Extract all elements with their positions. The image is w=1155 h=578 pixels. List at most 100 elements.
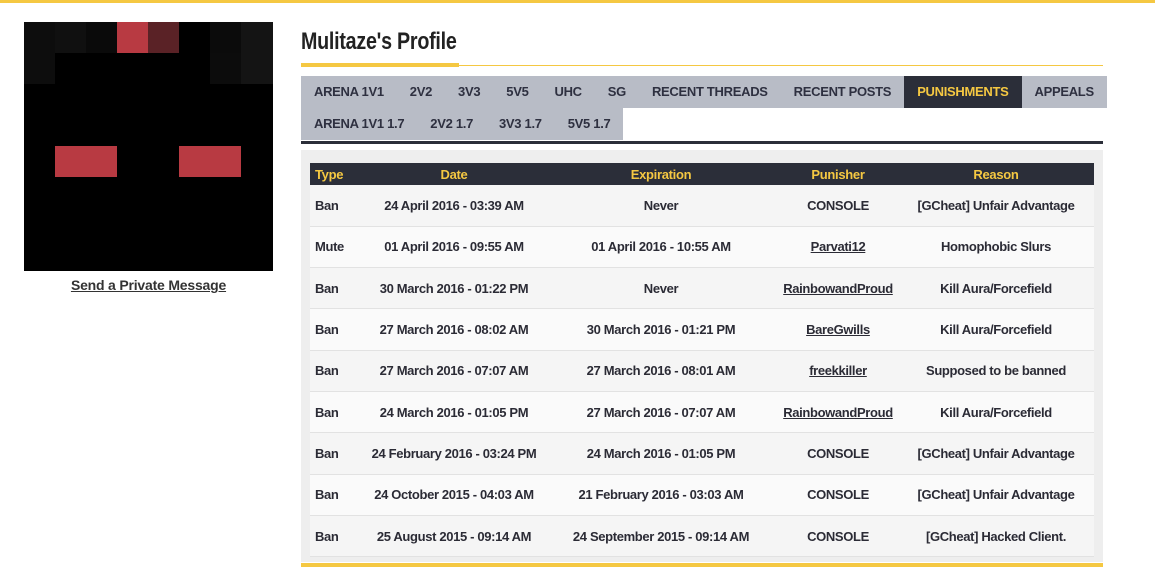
- cell-punisher: CONSOLE: [778, 515, 898, 558]
- tab-sg[interactable]: SG: [595, 76, 639, 108]
- tab-row-2: ARENA 1V1 1.7 2V2 1.7 3V3 1.7 5V5 1.7: [301, 108, 1103, 140]
- avatar-eye-left: [55, 146, 117, 177]
- tab-row-1: ARENA 1V1 2V2 3V3 5V5 UHC SG RECENT THRE…: [301, 76, 1107, 108]
- cell-type: Ban: [310, 267, 364, 310]
- table-row: Ban 25 August 2015 - 09:14 AM 24 Septemb…: [310, 515, 1094, 558]
- tab-5v5[interactable]: 5V5: [493, 76, 541, 108]
- tabs-divider: [301, 141, 1103, 144]
- cell-type: Ban: [310, 391, 364, 434]
- punishments-table: Type Date Expiration Punisher Reason Ban…: [310, 163, 1094, 558]
- tab-2v2-1-7[interactable]: 2V2 1.7: [417, 108, 486, 140]
- tab-2v2[interactable]: 2V2: [397, 76, 445, 108]
- cell-punisher: BareGwills: [778, 308, 898, 351]
- cell-reason: Supposed to be banned: [898, 350, 1094, 392]
- cell-reason: Kill Aura/Forcefield: [898, 308, 1094, 351]
- punisher-link[interactable]: RainbowandProud: [783, 405, 893, 420]
- cell-type: Ban: [310, 432, 364, 475]
- tab-3v3-1-7[interactable]: 3V3 1.7: [486, 108, 555, 140]
- title-divider: [459, 65, 1103, 66]
- avatar-pixel: [148, 22, 179, 53]
- cell-reason: Kill Aura/Forcefield: [898, 267, 1094, 310]
- cell-date: 30 March 2016 - 01:22 PM: [364, 267, 544, 310]
- cell-type: Ban: [310, 308, 364, 351]
- tab-appeals[interactable]: APPEALS: [1022, 76, 1107, 108]
- cell-type: Ban: [310, 515, 364, 558]
- punisher-link[interactable]: BareGwills: [806, 322, 870, 337]
- cell-expiration: 27 March 2016 - 08:01 AM: [544, 350, 778, 392]
- cell-date: 24 February 2016 - 03:24 PM: [364, 432, 544, 475]
- punisher-name: CONSOLE: [807, 528, 869, 544]
- column-header-type: Type: [315, 166, 344, 182]
- cell-date: 24 April 2016 - 03:39 AM: [364, 185, 544, 227]
- tab-recent-posts[interactable]: RECENT POSTS: [781, 76, 905, 108]
- punisher-link[interactable]: RainbowandProud: [783, 281, 893, 296]
- avatar: [24, 22, 273, 271]
- cell-reason: [GCheat] Hacked Client.: [898, 515, 1094, 558]
- tab-arena-1v1-1-7[interactable]: ARENA 1V1 1.7: [301, 108, 417, 140]
- column-header-date: Date: [440, 166, 468, 182]
- table-row: Ban 27 March 2016 - 07:07 AM 27 March 20…: [310, 350, 1094, 392]
- table-header-row: Type Date Expiration Punisher Reason: [310, 163, 1094, 185]
- cell-expiration: 24 September 2015 - 09:14 AM: [544, 515, 778, 558]
- cell-date: 24 October 2015 - 04:03 AM: [364, 474, 544, 516]
- send-private-message-link[interactable]: Send a Private Message: [24, 277, 273, 293]
- punisher-link[interactable]: Parvati12: [811, 239, 866, 254]
- cell-punisher: CONSOLE: [778, 432, 898, 475]
- title-underline: [301, 63, 459, 67]
- cell-type: Mute: [310, 226, 364, 269]
- avatar-pixel: [210, 53, 241, 84]
- column-header-punisher: Punisher: [811, 166, 865, 182]
- punisher-name: CONSOLE: [807, 197, 869, 213]
- cell-reason: [GCheat] Unfair Advantage: [898, 432, 1094, 475]
- table-row: Ban 24 April 2016 - 03:39 AM Never CONSO…: [310, 185, 1094, 227]
- table-row: Ban 24 February 2016 - 03:24 PM 24 March…: [310, 432, 1094, 475]
- avatar-pixel: [117, 22, 148, 53]
- punisher-name: CONSOLE: [807, 445, 869, 461]
- cell-punisher: CONSOLE: [778, 185, 898, 227]
- cell-date: 27 March 2016 - 08:02 AM: [364, 308, 544, 351]
- table-row: Ban 24 October 2015 - 04:03 AM 21 Februa…: [310, 474, 1094, 516]
- tab-punishments[interactable]: PUNISHMENTS: [904, 76, 1022, 108]
- cell-punisher: RainbowandProud: [778, 391, 898, 434]
- tab-recent-threads[interactable]: RECENT THREADS: [639, 76, 781, 108]
- cell-punisher: RainbowandProud: [778, 267, 898, 310]
- tab-arena-1v1[interactable]: ARENA 1V1: [301, 76, 397, 108]
- cell-expiration: 01 April 2016 - 10:55 AM: [544, 226, 778, 269]
- tab-3v3[interactable]: 3V3: [445, 76, 493, 108]
- cell-reason: Homophobic Slurs: [898, 226, 1094, 269]
- cell-expiration: Never: [544, 267, 778, 310]
- avatar-pixel: [24, 22, 55, 84]
- cell-date: 27 March 2016 - 07:07 AM: [364, 350, 544, 392]
- tab-5v5-1-7[interactable]: 5V5 1.7: [555, 108, 624, 140]
- column-header-expiration: Expiration: [630, 166, 692, 182]
- bottom-accent-rule: [301, 563, 1103, 567]
- cell-expiration: 24 March 2016 - 01:05 PM: [544, 432, 778, 475]
- punishments-panel: Type Date Expiration Punisher Reason Ban…: [301, 150, 1103, 562]
- page-title: Mulitaze's Profile: [301, 28, 457, 55]
- cell-reason: Kill Aura/Forcefield: [898, 391, 1094, 434]
- cell-reason: [GCheat] Unfair Advantage: [898, 185, 1094, 227]
- table-row: Mute 01 April 2016 - 09:55 AM 01 April 2…: [310, 226, 1094, 269]
- cell-date: 25 August 2015 - 09:14 AM: [364, 515, 544, 558]
- column-header-reason: Reason: [973, 166, 1019, 182]
- table-row: Ban 24 March 2016 - 01:05 PM 27 March 20…: [310, 391, 1094, 434]
- tab-uhc[interactable]: UHC: [542, 76, 595, 108]
- cell-expiration: Never: [544, 185, 778, 227]
- punisher-name: CONSOLE: [807, 487, 869, 503]
- cell-type: Ban: [310, 474, 364, 516]
- avatar-pixel: [241, 22, 273, 84]
- cell-punisher: CONSOLE: [778, 474, 898, 516]
- cell-expiration: 30 March 2016 - 01:21 PM: [544, 308, 778, 351]
- avatar-pixel: [210, 22, 241, 53]
- avatar-eye-right: [179, 146, 241, 177]
- avatar-pixel: [55, 22, 86, 53]
- cell-date: 01 April 2016 - 09:55 AM: [364, 226, 544, 269]
- cell-punisher: freekkiller: [778, 350, 898, 392]
- avatar-pixel: [86, 22, 117, 53]
- cell-type: Ban: [310, 185, 364, 227]
- punisher-link[interactable]: freekkiller: [809, 363, 867, 378]
- profile-tabs: ARENA 1V1 2V2 3V3 5V5 UHC SG RECENT THRE…: [301, 76, 1107, 140]
- table-row: Ban 30 March 2016 - 01:22 PM Never Rainb…: [310, 267, 1094, 310]
- top-accent-stripe: [0, 0, 1155, 3]
- cell-date: 24 March 2016 - 01:05 PM: [364, 391, 544, 434]
